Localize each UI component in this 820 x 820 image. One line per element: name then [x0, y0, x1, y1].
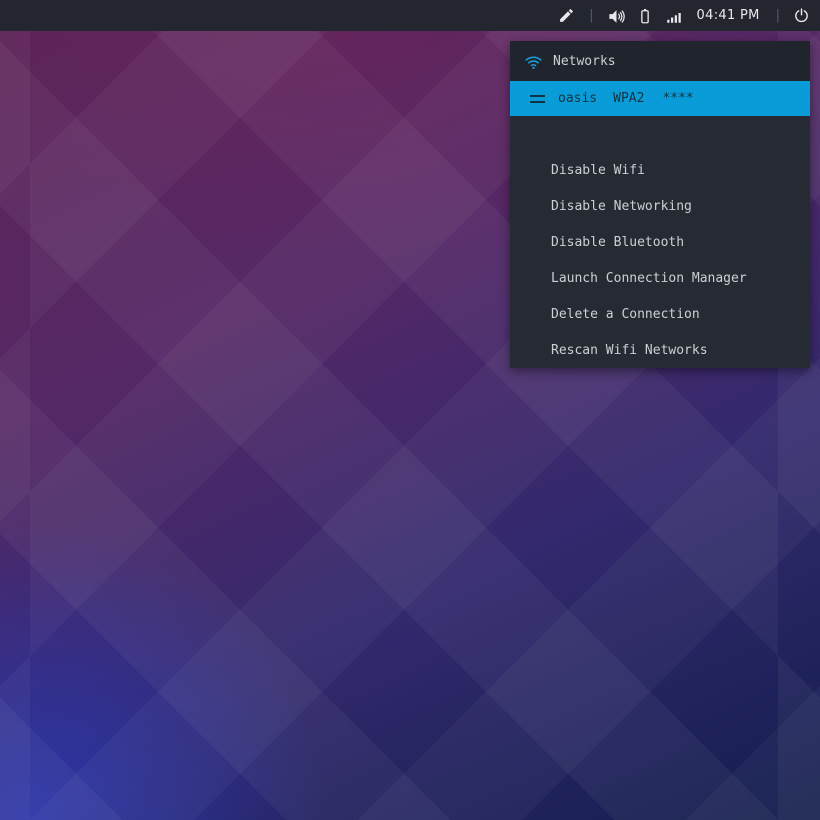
menu-item-label: Delete a Connection: [551, 306, 700, 322]
network-menu: Networks oasis WPA2 **** Disable Wifi Di…: [510, 41, 810, 368]
clock[interactable]: 04:41 PM: [694, 8, 763, 23]
menu-item-launch-connection-manager[interactable]: Launch Connection Manager: [510, 260, 810, 296]
networks-header: Networks: [510, 41, 810, 81]
menu-body: Disable Wifi Disable Networking Disable …: [510, 116, 810, 368]
network-security: WPA2: [613, 91, 645, 106]
networks-header-label: Networks: [553, 53, 616, 69]
separator: |: [775, 8, 780, 23]
network-ssid: oasis: [558, 91, 598, 106]
volume-icon[interactable]: [607, 7, 625, 25]
menu-item-disable-networking[interactable]: Disable Networking: [510, 188, 810, 224]
separator: |: [589, 8, 594, 23]
battery-icon[interactable]: [636, 7, 654, 25]
menu-item-label: Disable Wifi: [551, 162, 645, 178]
signal-strength-icon: [530, 94, 545, 103]
taskbar: | 04:41 PM |: [0, 0, 820, 31]
wifi-icon: [524, 53, 543, 70]
signal-icon[interactable]: [665, 7, 683, 25]
menu-item-label: Disable Networking: [551, 198, 692, 214]
network-item-oasis[interactable]: oasis WPA2 ****: [510, 81, 810, 116]
pencil-icon[interactable]: [558, 7, 576, 25]
menu-item-rescan-wifi-networks[interactable]: Rescan Wifi Networks: [510, 332, 810, 368]
menu-item-disable-wifi[interactable]: Disable Wifi: [510, 152, 810, 188]
network-password-mask: ****: [662, 91, 694, 106]
system-tray: | 04:41 PM |: [558, 7, 811, 25]
menu-item-label: Disable Bluetooth: [551, 234, 685, 250]
menu-item-label: Launch Connection Manager: [551, 270, 747, 286]
menu-item-disable-bluetooth[interactable]: Disable Bluetooth: [510, 224, 810, 260]
menu-spacer: [510, 116, 810, 152]
power-icon[interactable]: [793, 7, 811, 25]
menu-item-label: Rescan Wifi Networks: [551, 342, 708, 358]
menu-item-delete-a-connection[interactable]: Delete a Connection: [510, 296, 810, 332]
